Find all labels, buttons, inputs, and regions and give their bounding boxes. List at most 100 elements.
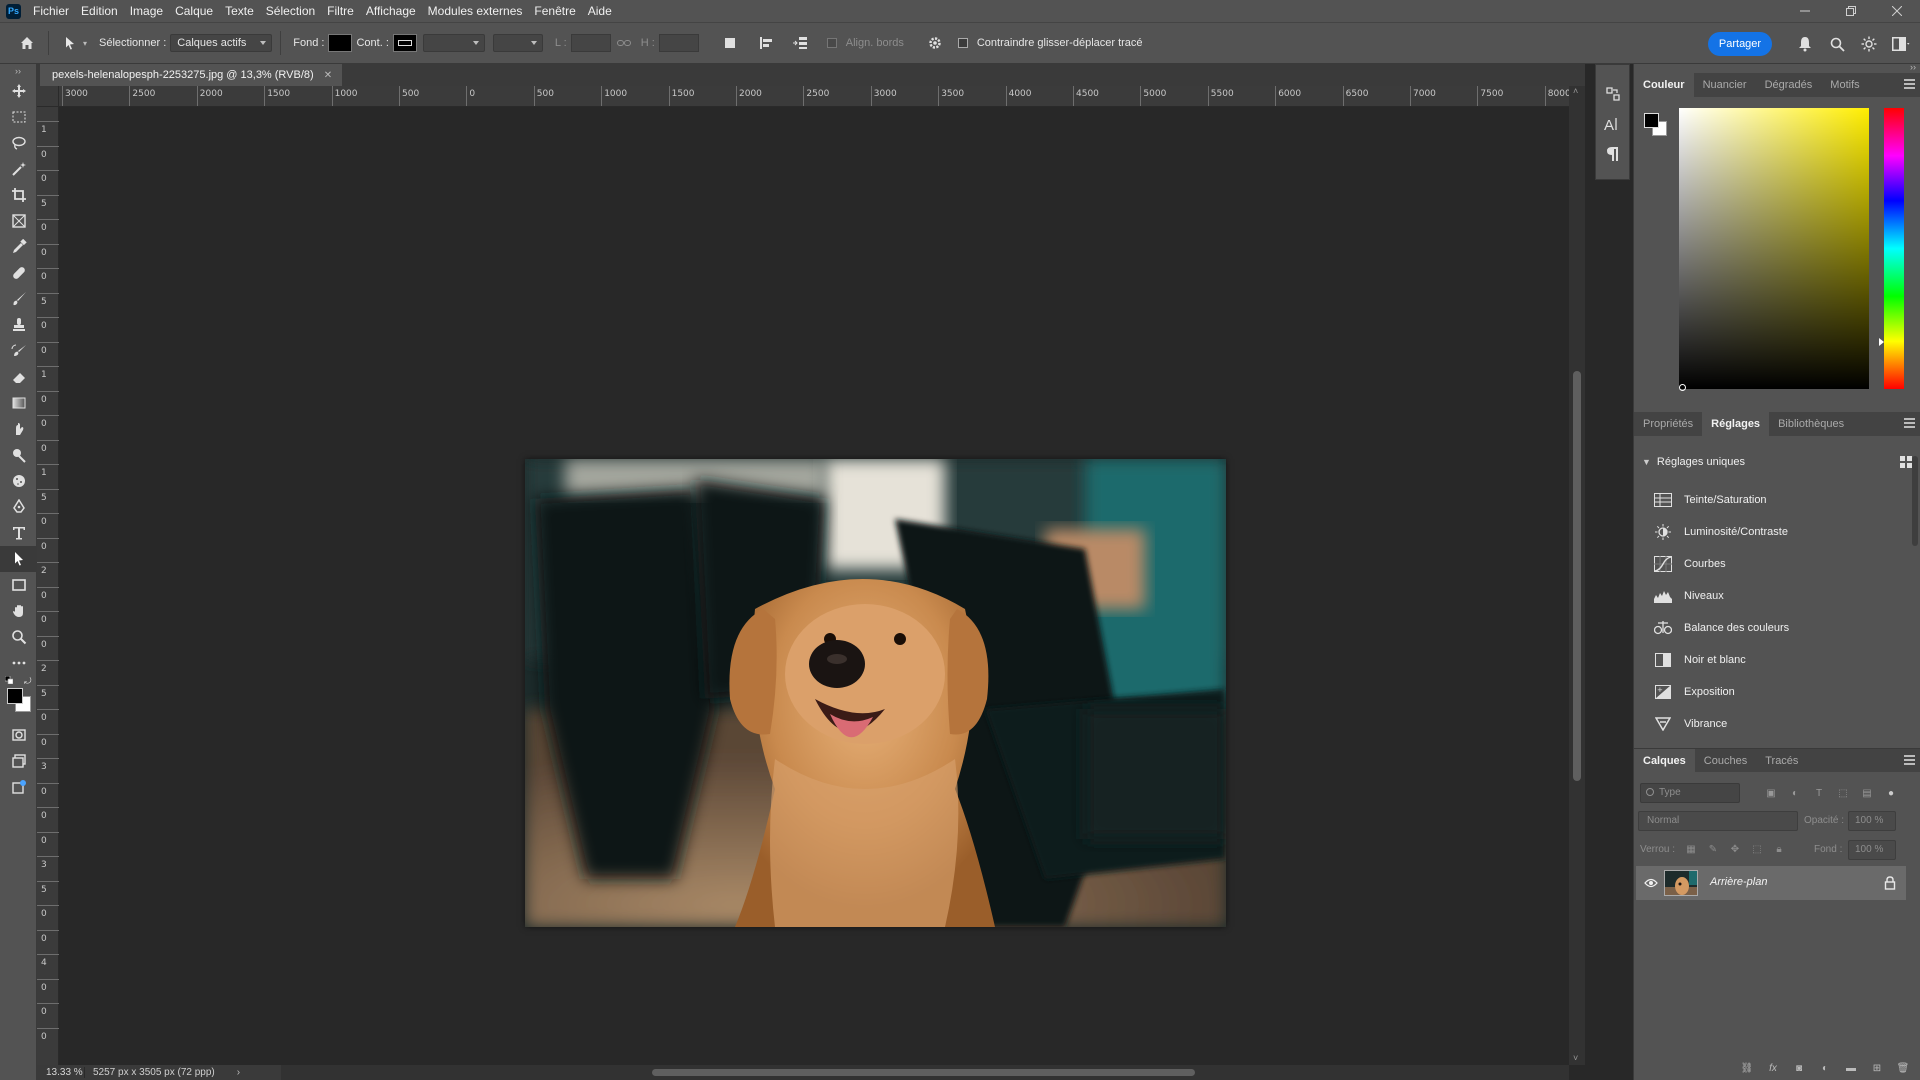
document-size-info[interactable]: 5257 px x 3505 px (72 ppp) [85, 1067, 215, 1078]
adjustments-section-header[interactable]: ▼ Réglages uniques [1642, 452, 1912, 472]
restore-button[interactable] [1828, 0, 1874, 22]
gradient-tool-icon[interactable] [0, 390, 37, 416]
character-panel-icon[interactable]: A [1596, 109, 1629, 139]
stroke-type-dropdown[interactable] [492, 34, 543, 52]
trash-icon[interactable]: 🗑︎ [1895, 1060, 1911, 1076]
link-icon[interactable] [611, 30, 637, 56]
tab-reglages[interactable]: Réglages [1702, 412, 1770, 436]
paragraph-panel-icon[interactable] [1596, 139, 1629, 169]
stroke-swatch[interactable] [392, 34, 417, 52]
menu-affichage[interactable]: Affichage [360, 0, 422, 22]
layer-style-icon[interactable]: fx [1765, 1060, 1781, 1076]
sponge-tool-icon[interactable] [0, 468, 37, 494]
path-alignment-icon[interactable] [753, 30, 779, 56]
new-group-icon[interactable]: ▬ [1843, 1060, 1859, 1076]
zoom-level[interactable]: 13.33 % [37, 1067, 85, 1078]
layer-filter-dropdown[interactable]: Type [1640, 783, 1740, 803]
healing-brush-tool-icon[interactable] [0, 260, 37, 286]
rectangle-tool-icon[interactable] [0, 572, 37, 598]
history-brush-tool-icon[interactable] [0, 338, 37, 364]
width-field[interactable] [570, 34, 611, 52]
workspace-icon[interactable] [1890, 32, 1912, 56]
close-window-button[interactable] [1874, 0, 1920, 22]
menu-selection[interactable]: Sélection [260, 0, 321, 22]
vertical-scroll-thumb[interactable] [1573, 371, 1581, 781]
horizontal-scrollbar[interactable] [281, 1065, 1569, 1080]
ruler-origin[interactable] [37, 86, 59, 107]
path-selection-tool-icon[interactable] [0, 546, 37, 572]
bell-icon[interactable] [1794, 32, 1816, 56]
gear-icon[interactable] [922, 30, 948, 56]
search-icon[interactable] [1826, 32, 1848, 56]
filter-type-icon[interactable]: T [1810, 784, 1828, 802]
adjustment-item-hue-saturation[interactable]: Teinte/Saturation [1654, 488, 1767, 512]
canvas-area[interactable] [59, 107, 1569, 1065]
height-field[interactable] [658, 34, 699, 52]
vertical-ruler[interactable]: 1 0 0 5 0 0 0 5 0 0 1 0 0 0 1 5 0 0 2 0 0 0 2 5 0 0 3 0 0 0 3 5 0 0 4 0 0 0 [37, 107, 59, 1065]
scroll-up-icon[interactable]: ˄ [1573, 86, 1578, 96]
eraser-tool-icon[interactable] [0, 364, 37, 390]
minimize-button[interactable] [1782, 0, 1828, 22]
tab-nuancier[interactable]: Nuancier [1694, 73, 1756, 97]
adjustment-item-vibrance[interactable]: Vibrance [1654, 712, 1727, 736]
filter-adjustment-icon[interactable]: ◐ [1786, 784, 1804, 802]
path-arrangement-icon[interactable] [787, 30, 813, 56]
color-picker-field[interactable] [1679, 108, 1869, 391]
lock-pixels-icon[interactable]: ✎ [1706, 842, 1720, 856]
adjustment-item-brightness-contrast[interactable]: Luminosité/Contraste [1654, 520, 1788, 544]
add-mask-icon[interactable]: ◙ [1791, 1060, 1807, 1076]
discover-icon[interactable] [1858, 32, 1880, 56]
lock-position-icon[interactable]: ✥ [1728, 842, 1742, 856]
adjustment-item-levels[interactable]: Niveaux [1654, 584, 1724, 608]
document-tab[interactable]: pexels-helenalopesph-2253275.jpg @ 13,3%… [40, 64, 343, 86]
frame-tool-icon[interactable] [0, 208, 37, 234]
brush-tool-icon[interactable] [0, 286, 37, 312]
path-operations-icon[interactable] [717, 30, 743, 56]
quick-mask-icon[interactable] [0, 722, 37, 748]
pen-tool-icon[interactable] [0, 494, 37, 520]
vertical-scrollbar[interactable]: ˄ ˅ [1569, 86, 1585, 1065]
hand-tool-icon[interactable] [0, 598, 37, 624]
blend-mode-dropdown[interactable]: Normal [1638, 811, 1798, 831]
adjustment-item-curves[interactable]: Courbes [1654, 552, 1726, 576]
stroke-width-field[interactable] [422, 34, 485, 52]
menu-calque[interactable]: Calque [169, 0, 219, 22]
magic-wand-tool-icon[interactable] [0, 156, 37, 182]
link-layers-icon[interactable]: ⛓ [1739, 1060, 1755, 1076]
crop-tool-icon[interactable] [0, 182, 37, 208]
adjustment-item-black-white[interactable]: Noir et blanc [1654, 648, 1746, 672]
horizontal-ruler[interactable]: 3000 2500 2000 1500 1000 500 0 500 1000 1500 2000 2… [59, 86, 1585, 107]
menu-fenetre[interactable]: Fenêtre [528, 0, 581, 22]
dodge-tool-icon[interactable] [0, 442, 37, 468]
menu-filtre[interactable]: Filtre [321, 0, 360, 22]
filter-smart-object-icon[interactable]: ▤ [1858, 784, 1876, 802]
scroll-down-icon[interactable]: ˅ [1573, 1053, 1578, 1063]
chevron-right-icon[interactable]: › [237, 1067, 240, 1078]
adjustments-scrollbar[interactable] [1912, 456, 1918, 546]
menu-aide[interactable]: Aide [582, 0, 618, 22]
fill-swatch[interactable] [328, 34, 353, 52]
clone-stamp-tool-icon[interactable] [0, 312, 37, 338]
collapse-toolbar-icon[interactable]: ›› [0, 64, 36, 78]
tab-proprietes[interactable]: Propriétés [1634, 412, 1702, 436]
hue-slider[interactable] [1884, 108, 1904, 389]
menu-edition[interactable]: Edition [75, 0, 124, 22]
smudge-tool-icon[interactable] [0, 416, 37, 442]
move-tool-icon[interactable] [0, 78, 37, 104]
menu-modules-externes[interactable]: Modules externes [422, 0, 529, 22]
new-adjustment-layer-icon[interactable]: ◐ [1817, 1060, 1833, 1076]
home-icon[interactable] [14, 30, 40, 56]
layer-row[interactable]: Arrière-plan [1636, 866, 1906, 900]
tab-motifs[interactable]: Motifs [1821, 73, 1868, 97]
panel-menu-icon[interactable] [1904, 755, 1915, 765]
align-edges-checkbox[interactable] [826, 38, 837, 48]
collapse-panels-icon[interactable]: ›› [1910, 62, 1916, 72]
filter-pixel-icon[interactable]: ▣ [1762, 784, 1780, 802]
adjustment-item-color-balance[interactable]: Balance des couleurs [1654, 616, 1789, 640]
more-tools-icon[interactable] [0, 650, 37, 676]
tab-couleur[interactable]: Couleur [1634, 73, 1694, 97]
menu-texte[interactable]: Texte [219, 0, 260, 22]
marquee-tool-icon[interactable] [0, 104, 37, 130]
fill-field[interactable]: 100 % [1848, 840, 1896, 860]
foreground-color-swatch[interactable] [1644, 113, 1659, 128]
